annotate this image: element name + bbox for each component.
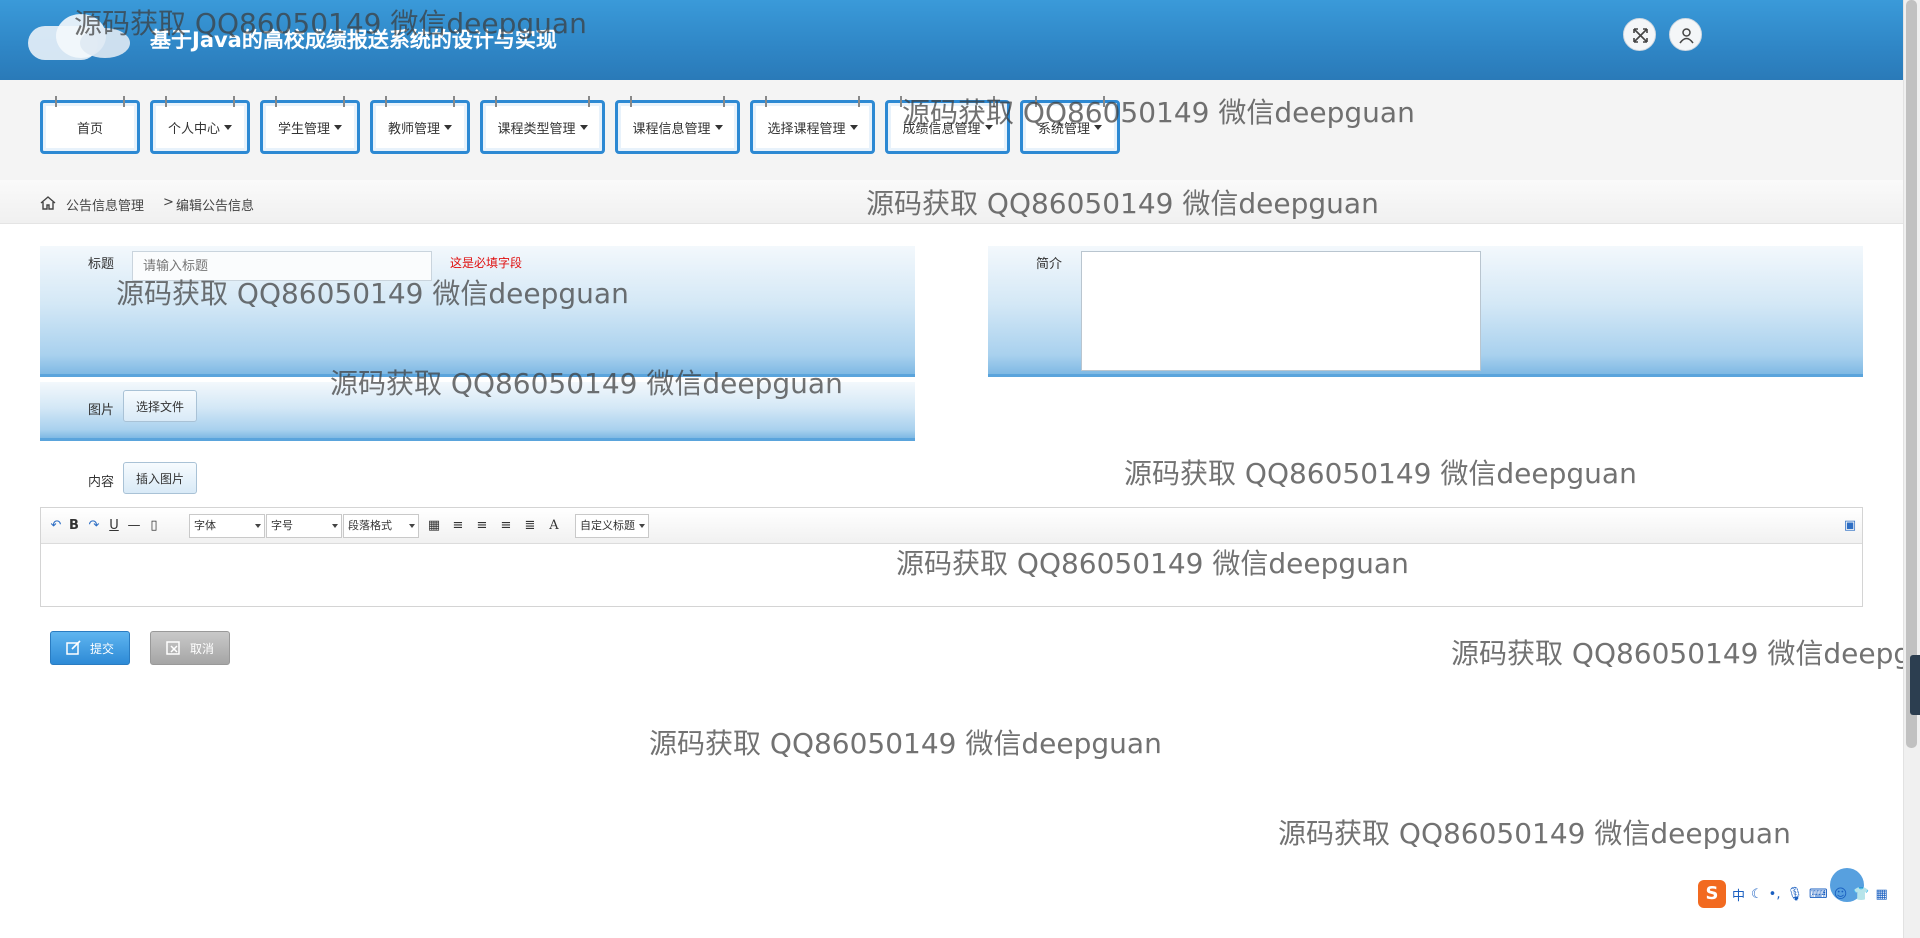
caret-down-icon	[714, 124, 723, 130]
title-label: 标题	[88, 257, 115, 272]
redo-icon[interactable]: ↷	[85, 517, 103, 535]
cancel-button[interactable]: 取消	[150, 631, 230, 665]
submit-label: 提交	[89, 641, 114, 656]
fullscreen-icon	[1633, 28, 1648, 43]
chevron-down-icon	[639, 524, 645, 528]
watermark: 源码获取 QQ86050149 微信deepguan	[330, 367, 843, 400]
align-right-icon[interactable]: ≡	[473, 517, 491, 535]
intro-textarea[interactable]	[1081, 251, 1481, 371]
caret-down-icon	[849, 124, 858, 130]
watermark: 源码获取 QQ86050149 微信deepguan	[902, 96, 1415, 129]
size-select[interactable]: 字号	[266, 514, 342, 538]
underline-icon[interactable]: U	[105, 517, 123, 535]
nav-item-course-select[interactable]: 选择课程管理	[750, 96, 875, 154]
grid-icon[interactable]: ▦	[1876, 887, 1888, 902]
cancel-icon	[166, 641, 180, 655]
choose-file-button[interactable]: 选择文件	[123, 390, 198, 422]
editor-toolbar: ↶ B ↷ U — ▯ 字体 字号 段落格式 ▦ ≡ ≡ ≡ ≣ A 自定义标题…	[41, 508, 1862, 544]
nav-item-course-info[interactable]: 课程信息管理	[615, 96, 740, 154]
align-left-icon[interactable]: ≡	[449, 517, 467, 535]
nav-item-home[interactable]: 首页	[40, 96, 140, 154]
bold-icon[interactable]: B	[65, 517, 83, 535]
chevron-down-icon	[332, 524, 338, 528]
align-center-icon[interactable]: ≡	[497, 517, 515, 535]
shirt-icon[interactable]: 👕	[1853, 887, 1869, 902]
chevron-down-icon	[255, 524, 261, 528]
caret-down-icon	[334, 124, 342, 130]
watermark: 源码获取 QQ86050149 微信deepguan	[74, 7, 587, 40]
watermark: 源码获取 QQ86050149 微信deepguan	[116, 277, 629, 310]
watermark: 源码获取 QQ86050149 微信deepguan	[1124, 457, 1637, 490]
font-select[interactable]: 字体	[189, 514, 265, 538]
intro-label: 简介	[1036, 257, 1063, 272]
ime-toolbar[interactable]: S 中 ☾ •, 🎙 ⌨ ☺ 👕 ▦	[1694, 878, 1920, 910]
keyboard-icon[interactable]: ⌨	[1809, 887, 1828, 902]
paragraph-select[interactable]: 段落格式	[343, 514, 419, 538]
fullscreen-button[interactable]	[1623, 18, 1656, 51]
watermark: 源码获取 QQ86050149 微信deepguan	[896, 547, 1409, 580]
breadcrumb-separator: >	[163, 195, 174, 210]
ime-mode[interactable]: 中	[1732, 885, 1745, 904]
watermark: 源码获取 QQ86050149 微信deepguan	[1451, 637, 1903, 670]
watermark: 源码获取 QQ86050149 微信deepguan	[866, 187, 1379, 220]
fullscreen-editor-icon[interactable]: ▣	[1841, 517, 1859, 535]
content-label: 内容	[88, 475, 115, 490]
scrollbar-thumb[interactable]	[1906, 0, 1917, 748]
horizontal-rule-icon[interactable]: —	[125, 517, 143, 535]
microphone-icon[interactable]: 🎙	[1786, 887, 1803, 902]
custom-title-select[interactable]: 自定义标题	[575, 514, 649, 538]
nav-item-label: 选择课程管理	[767, 121, 846, 137]
nav-item-label: 课程信息管理	[632, 121, 711, 137]
punctuation-icon[interactable]: •,	[1769, 887, 1781, 902]
submit-button[interactable]: 提交	[50, 631, 130, 665]
nav-item-label: 个人中心	[167, 121, 220, 137]
caret-down-icon	[224, 124, 232, 130]
breadcrumb-section[interactable]: 公告信息管理	[66, 195, 144, 214]
chevron-down-icon	[409, 524, 415, 528]
home-icon[interactable]	[40, 195, 56, 211]
caret-down-icon	[444, 124, 452, 130]
cancel-label: 取消	[189, 641, 214, 656]
user-button[interactable]	[1669, 18, 1702, 51]
user-icon	[1679, 28, 1694, 44]
custom-title-select-value: 自定义标题	[580, 519, 635, 532]
nav-item-students[interactable]: 学生管理	[260, 96, 360, 154]
align-justify-icon[interactable]: ≣	[521, 517, 539, 535]
nav-item-label: 课程类型管理	[497, 121, 576, 137]
watermark: 源码获取 QQ86050149 微信deepguan	[1278, 817, 1791, 850]
paragraph-select-value: 段落格式	[348, 519, 392, 532]
breadcrumb-page: 编辑公告信息	[176, 199, 255, 214]
caret-down-icon	[579, 124, 588, 130]
nav-item-teachers[interactable]: 教师管理	[370, 96, 470, 154]
moon-icon[interactable]: ☾	[1751, 887, 1763, 902]
side-tab[interactable]	[1910, 655, 1920, 715]
required-hint: 这是必填字段	[450, 256, 523, 270]
nav-item-label: 学生管理	[277, 121, 330, 137]
edit-icon	[66, 640, 81, 655]
sogou-logo-icon[interactable]: S	[1698, 880, 1726, 908]
watermark: 源码获取 QQ86050149 微信deepguan	[649, 727, 1162, 760]
undo-icon[interactable]: ↶	[47, 517, 65, 535]
nav-item-label: 教师管理	[387, 121, 440, 137]
image-label: 图片	[88, 403, 115, 418]
nav-item-course-types[interactable]: 课程类型管理	[480, 96, 605, 154]
font-color-icon[interactable]: A	[545, 517, 563, 535]
nav-item-personal[interactable]: 个人中心	[150, 96, 250, 154]
table-icon[interactable]: ▦	[425, 517, 443, 535]
size-select-value: 字号	[271, 519, 293, 532]
insert-image-button[interactable]: 插入图片	[123, 462, 198, 494]
user-icon[interactable]: ☺	[1834, 887, 1848, 902]
nav-item-label: 首页	[76, 121, 103, 137]
font-select-value: 字体	[194, 519, 216, 532]
document-icon[interactable]: ▯	[145, 517, 163, 535]
